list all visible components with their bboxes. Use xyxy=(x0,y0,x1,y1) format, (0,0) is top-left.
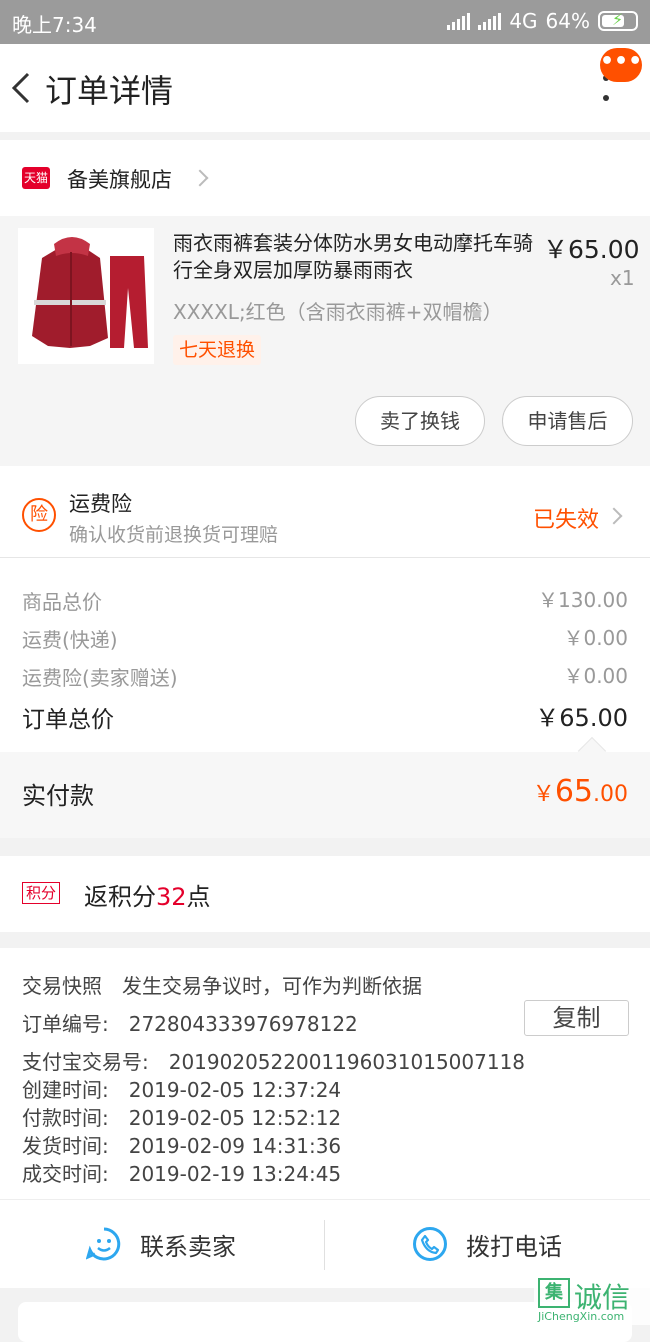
copy-button[interactable]: 复制 xyxy=(524,1000,629,1036)
sell-button[interactable]: 卖了换钱 xyxy=(355,396,485,446)
network-type: 4G xyxy=(509,9,538,33)
actual-payment-value: ￥65.00 xyxy=(533,774,628,809)
status-time: 晚上7:34 xyxy=(12,13,97,37)
call-phone-button[interactable]: 拨打电话 xyxy=(412,1226,562,1262)
points-tag: 积分 xyxy=(22,882,61,904)
back-arrow-icon[interactable] xyxy=(8,68,38,108)
insurance-status: 已失效 xyxy=(533,508,600,533)
goods-total-value: ￥130.00 xyxy=(538,588,628,612)
shop-name: 备美旗舰店 xyxy=(67,168,172,192)
insurance-fee-label: 运费险(卖家赠送) xyxy=(22,666,178,690)
alipay-trade-number: 支付宝交易号: 2019020522001196031015007118 xyxy=(22,1050,526,1074)
shipping-label: 运费(快递) xyxy=(22,628,118,652)
points-row: 积分 返积分32点 xyxy=(0,856,650,932)
divider xyxy=(324,1220,325,1270)
watermark: 集 诚信 JiChengXin.com xyxy=(534,1276,650,1325)
paid-time: 付款时间: 2019-02-05 12:52:12 xyxy=(22,1106,342,1130)
battery-icon: ⚡ xyxy=(598,10,638,31)
chevron-right-icon xyxy=(191,169,209,187)
return-policy-tag: 七天退换 xyxy=(173,335,262,365)
completed-time: 成交时间: 2019-02-19 13:24:45 xyxy=(22,1162,342,1186)
order-total-value: ￥65.00 xyxy=(535,704,628,732)
product-card[interactable]: 雨衣雨裤套装分体防水男女电动摩托车骑行全身双层加厚防暴雨雨衣 ￥65.00 x1… xyxy=(0,216,650,466)
insurance-icon: 险 xyxy=(22,498,56,532)
order-total-label: 订单总价 xyxy=(22,707,114,733)
order-number: 订单编号: 272804333976978122 xyxy=(22,1012,358,1036)
shop-row[interactable]: 天猫 备美旗舰店 xyxy=(0,140,650,216)
after-sale-button[interactable]: 申请售后 xyxy=(502,396,633,446)
currency-symbol: ￥ xyxy=(532,782,555,807)
product-quantity: x1 xyxy=(610,266,635,290)
call-phone-label: 拨打电话 xyxy=(466,1232,562,1261)
chat-icon xyxy=(86,1227,121,1261)
shipping-insurance-row[interactable]: 险 运费险 确认收货前退换货可理赔 已失效 xyxy=(0,466,650,558)
more-badge[interactable]: ••• xyxy=(600,48,642,82)
signal-icon xyxy=(478,12,502,30)
contact-bar: 联系卖家 拨打电话 xyxy=(0,1200,650,1288)
trade-snapshot-link[interactable]: 交易快照 发生交易争议时，可作为判断依据 xyxy=(22,970,422,999)
points-number: 32 xyxy=(156,883,187,911)
status-indicators: 4G 64% ⚡ xyxy=(447,9,638,33)
chevron-right-icon xyxy=(605,507,623,525)
points-prefix: 返积分 xyxy=(84,883,156,911)
created-time: 创建时间: 2019-02-05 12:37:24 xyxy=(22,1078,342,1102)
product-image[interactable] xyxy=(18,228,154,364)
points-suffix: 点 xyxy=(186,883,211,911)
goods-total-label: 商品总价 xyxy=(22,590,102,614)
shipped-time: 发货时间: 2019-02-09 14:31:36 xyxy=(22,1134,342,1158)
status-bar: 晚上7:34 4G 64% ⚡ xyxy=(0,0,650,44)
product-sku: XXXXL;红色（含雨衣雨裤+双帽檐） xyxy=(173,300,503,324)
contact-seller-button[interactable]: 联系卖家 xyxy=(86,1226,236,1262)
tmall-logo: 天猫 xyxy=(22,167,50,189)
insurance-desc: 确认收货前退换货可理赔 xyxy=(69,524,279,546)
actual-payment-label: 实付款 xyxy=(22,782,94,810)
top-nav-bar: 订单详情 xyxy=(0,44,650,132)
price-breakdown: 商品总价 ￥130.00 运费(快递) ￥0.00 运费险(卖家赠送) ￥0.0… xyxy=(0,558,650,752)
battery-percent: 64% xyxy=(545,9,590,33)
signal-icon xyxy=(447,12,471,30)
product-title[interactable]: 雨衣雨裤套装分体防水男女电动摩托车骑行全身双层加厚防暴雨雨衣 xyxy=(173,230,533,284)
watermark-logo: 集 xyxy=(538,1278,570,1308)
contact-seller-label: 联系卖家 xyxy=(140,1232,236,1261)
order-info: 交易快照 发生交易争议时，可作为判断依据 订单编号: 2728043339769… xyxy=(0,948,650,1200)
shipping-value: ￥0.00 xyxy=(563,626,628,650)
watermark-url: JiChengXin.com xyxy=(538,1310,625,1323)
insurance-fee-value: ￥0.00 xyxy=(563,664,628,688)
insurance-title: 运费险 xyxy=(69,492,132,516)
product-price: ￥65.00 xyxy=(543,235,640,264)
actual-payment-row: 实付款 ￥65.00 xyxy=(0,736,650,838)
amount-integer: 65 xyxy=(554,774,593,809)
amount-decimal: .00 xyxy=(593,782,628,807)
page-title: 订单详情 xyxy=(45,72,174,110)
phone-icon xyxy=(413,1227,447,1261)
points-text: 返积分32点 xyxy=(84,877,211,912)
